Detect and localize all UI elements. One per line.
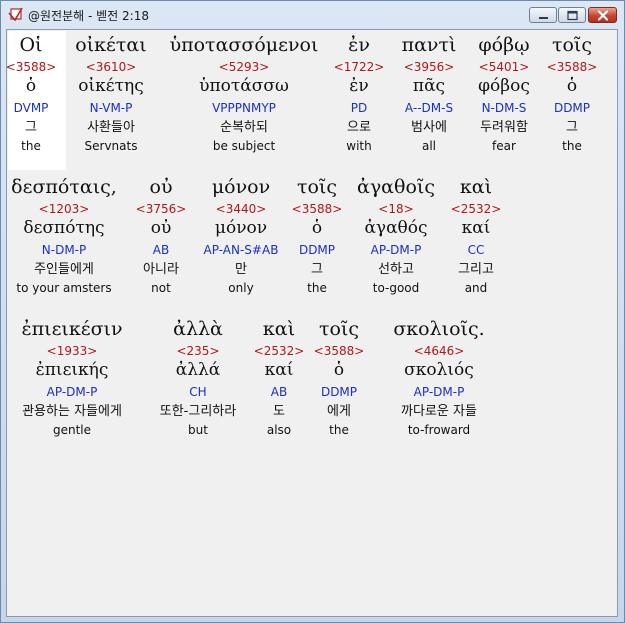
english-gloss: Servnats <box>84 139 138 153</box>
minimize-icon <box>539 17 548 19</box>
strong-number: <2532> <box>450 202 502 216</box>
title-bar[interactable]: @원전분해 - 벧전 2:18 <box>1 1 624 29</box>
lemma: καί <box>461 218 491 238</box>
interlinear-panel[interactable]: Οἱ <3588> ὁ DVMP 그 the οἰκέται <3610> οἰκέτης N-V… <box>6 29 618 617</box>
word-column[interactable]: καὶ <2532> καί CC 그리고 and <box>401 178 551 298</box>
morphology-code: N-VM-P <box>89 101 133 115</box>
greek-word: οἰκέται <box>75 34 147 56</box>
word-column[interactable]: τοῖς <3588> ὁ DDMP 그 the <box>497 34 617 156</box>
korean-gloss: 그 <box>566 120 578 135</box>
korean-gloss: 그리고 <box>458 262 494 277</box>
close-icon <box>597 10 609 21</box>
strong-number: <3588> <box>546 60 598 74</box>
strong-number: <3610> <box>85 60 137 74</box>
word-column[interactable]: σκολιοῖς. <4646> σκολιός AP-DM-P 까다로운 자들 to-f… <box>364 320 514 440</box>
korean-gloss: 사환들아 <box>87 120 135 135</box>
word-column[interactable]: οἰκέται <3610> οἰκέτης N-VM-P 사환들아 Servnats <box>36 36 186 156</box>
english-gloss: to-froward <box>407 423 471 437</box>
greek-word: καὶ <box>459 176 493 198</box>
close-button[interactable] <box>588 7 617 23</box>
maximize-button[interactable] <box>558 7 586 23</box>
lemma: οἰκέτης <box>78 76 144 96</box>
maximize-icon <box>567 10 578 21</box>
korean-gloss: 까다로운 자들 <box>401 404 477 419</box>
app-window: @원전분해 - 벧전 2:18 Οἱ <3588> ὁ DVMP 그 the οἰκέται… <box>0 0 625 623</box>
strong-number: <4646> <box>413 344 465 358</box>
english-gloss: and <box>464 281 488 295</box>
lemma: ὁ <box>566 76 578 96</box>
greek-word: σκολιοῖς. <box>393 318 485 340</box>
greek-word: τοῖς <box>551 34 593 56</box>
app-icon <box>8 7 23 22</box>
morphology-code: AP-DM-P <box>413 385 465 399</box>
morphology-code: DDMP <box>553 101 591 115</box>
minimize-button[interactable] <box>529 7 557 23</box>
window-title: @원전분해 - 벧전 2:18 <box>28 9 149 23</box>
lemma: σκολιός <box>404 360 474 380</box>
english-gloss: the <box>562 139 582 153</box>
morphology-code: CC <box>467 243 485 257</box>
